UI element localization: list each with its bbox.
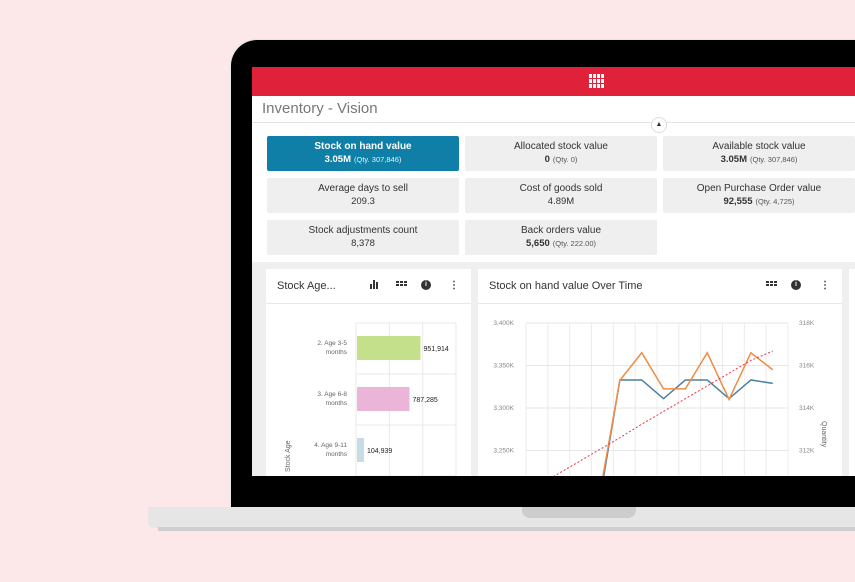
pivot-grid-icon[interactable] xyxy=(766,281,777,286)
y-tick-label: 3,350K xyxy=(493,363,514,370)
kpi-grid: Stock on hand value 3.05M (Qty. 307,846) … xyxy=(267,136,855,255)
kpi-stock-adjustments-count[interactable]: Stock adjustments count 8,378 xyxy=(267,220,459,255)
kpi-label: Back orders value xyxy=(520,225,602,236)
next-card-edge xyxy=(849,269,855,476)
more-options-icon[interactable]: ⋮ xyxy=(820,280,830,291)
stock-age-chart: 951,914 2. Age 3-5 months 787,285 3. Age 6-8… xyxy=(285,322,457,476)
kpi-value: 209.3 xyxy=(351,196,375,207)
stock-over-time-chart: 3,400K 318K 3,350K 316K 3,300K 314K 3,250K 312K… xyxy=(493,320,827,476)
apps-grid-icon[interactable] xyxy=(589,74,604,88)
kpi-open-purchase-order-value[interactable]: Open Purchase Order value 92,555 (Qty. 4,… xyxy=(663,178,855,213)
kpi-stock-on-hand-value[interactable]: Stock on hand value 3.05M (Qty. 307,846) xyxy=(267,136,459,171)
kpi-allocated-stock-value[interactable]: Allocated stock value 0 (Qty. 0) xyxy=(465,136,657,171)
bar xyxy=(357,387,410,411)
pivot-grid-icon[interactable] xyxy=(396,281,407,286)
kpi-value: 8,378 xyxy=(351,238,375,249)
dashboard-area: Stock Age... i ⋮ 951,914 2. Age 3-5 months… xyxy=(252,262,855,476)
collapse-button[interactable]: ▲ xyxy=(651,117,667,133)
kpi-label: Allocated stock value xyxy=(514,141,608,152)
laptop-base xyxy=(148,507,855,528)
kpi-label: Stock adjustments count xyxy=(308,225,418,236)
kpi-value: 92,555 xyxy=(723,196,753,207)
category-label: 3. Age 6-8 xyxy=(317,391,347,398)
laptop-notch xyxy=(522,507,636,518)
y2-tick-label: 316K xyxy=(799,363,815,370)
page-title: Inventory - Vision xyxy=(262,100,378,117)
kpi-value: 3.05M xyxy=(720,154,747,165)
category-label: months xyxy=(326,400,348,407)
kpi-value: 0 xyxy=(544,154,550,165)
y2-tick-label: 312K xyxy=(799,448,815,455)
card-header: Stock Age... i ⋮ xyxy=(266,269,471,304)
kpi-label: Open Purchase Order value xyxy=(696,183,822,194)
y2-axis-label: Quantity xyxy=(820,421,827,448)
info-icon[interactable]: i xyxy=(421,280,431,290)
kpi-label: Cost of goods sold xyxy=(519,183,603,194)
more-options-icon[interactable]: ⋮ xyxy=(449,280,459,291)
kpi-label: Average days to sell xyxy=(318,183,408,194)
top-bar xyxy=(252,67,855,96)
y-tick-label: 3,400K xyxy=(493,320,514,327)
stock-age-card: Stock Age... i ⋮ 951,914 2. Age 3-5 months… xyxy=(266,269,471,476)
y-tick-label: 3,250K xyxy=(493,448,514,455)
title-bar: Inventory - Vision xyxy=(252,96,855,123)
kpi-cost-of-goods-sold[interactable]: Cost of goods sold 4.89M xyxy=(465,178,657,213)
bar xyxy=(357,438,364,462)
kpi-qty: (Qty. 307,846) xyxy=(354,155,402,164)
bar-value-label: 104,939 xyxy=(367,448,392,455)
kpi-average-days-to-sell[interactable]: Average days to sell 209.3 xyxy=(267,178,459,213)
kpi-value: 3.05M xyxy=(324,154,351,165)
card-title: Stock on hand value Over Time xyxy=(489,280,643,292)
y-tick-label: 3,300K xyxy=(493,405,514,412)
y2-tick-label: 314K xyxy=(799,405,815,412)
category-label: months xyxy=(326,451,348,458)
kpi-qty: (Qty. 0) xyxy=(552,155,578,164)
kpi-value: 5,650 xyxy=(526,238,550,249)
bar-value-label: 951,914 xyxy=(423,346,448,353)
app-screen: Inventory - Vision ▲ Stock on hand value… xyxy=(252,67,855,476)
y2-tick-label: 318K xyxy=(799,320,815,327)
card-title: Stock Age... xyxy=(277,280,336,292)
kpi-label: Stock on hand value xyxy=(314,141,412,152)
kpi-available-stock-value[interactable]: Available stock value 3.05M (Qty. 307,846… xyxy=(663,136,855,171)
stock-over-time-card: Stock on hand value Over Time i ⋮ 3,400K… xyxy=(478,269,842,476)
category-label: 2. Age 3-5 xyxy=(317,340,347,347)
category-label: 4. Age 9-11 xyxy=(314,442,347,449)
kpi-qty: (Qty. 4,725) xyxy=(755,197,795,206)
kpi-qty: (Qty. 307,846) xyxy=(750,155,798,164)
kpi-value: 4.89M xyxy=(547,196,575,207)
category-label: months xyxy=(326,349,348,356)
info-icon[interactable]: i xyxy=(791,280,801,290)
bar-value-label: 787,285 xyxy=(412,397,437,404)
laptop-base-shadow xyxy=(158,527,855,531)
bar xyxy=(357,336,421,360)
kpi-back-orders-value[interactable]: Back orders value 5,650 (Qty. 222.00) xyxy=(465,220,657,255)
chevron-up-icon: ▲ xyxy=(655,121,663,128)
kpi-qty: (Qty. 222.00) xyxy=(552,239,596,248)
series-line-quantity xyxy=(602,351,774,476)
bar-chart-icon[interactable] xyxy=(370,280,378,289)
card-header: Stock on hand value Over Time i ⋮ xyxy=(478,269,842,304)
series-line-stock-on-hand-value xyxy=(602,379,773,476)
kpi-label: Available stock value xyxy=(712,141,806,152)
y-axis-label: Stock Age xyxy=(285,440,292,472)
